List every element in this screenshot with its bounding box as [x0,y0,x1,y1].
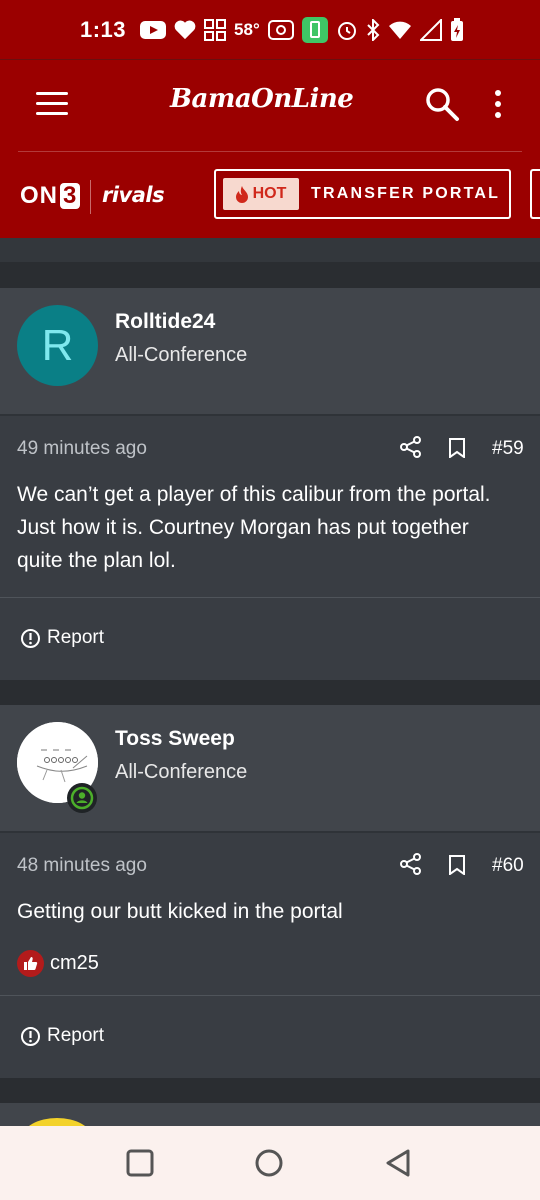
alert-icon [21,628,40,648]
status-temperature: 58° [234,20,260,39]
share-icon[interactable] [400,853,422,875]
username[interactable]: Toss Sweep [115,727,235,751]
post-author-header: R Rolltide24 All-Conference [0,288,540,414]
system-nav-bar [0,1126,540,1200]
top-nav: BamaOnLine [0,60,540,150]
user-title: All-Conference [115,344,248,366]
wifi-icon [388,21,411,39]
more-options-button[interactable] [486,86,510,122]
share-icon[interactable] [400,436,422,458]
avatar[interactable]: R [17,305,98,386]
post-body: 49 minutes ago #59 We can’t get a player… [0,416,540,680]
bluetooth-icon [367,19,380,41]
post-text: We can’t get a player of this calibur fr… [17,483,491,572]
post-text: Getting our butt kicked in the portal [17,900,343,923]
hot-badge: HOT [223,178,299,210]
divider [0,995,540,996]
status-bar: 1:13 58° [0,0,540,60]
post-number[interactable]: #59 [492,438,524,460]
like-icon [17,950,44,977]
hotspot-icon [267,20,294,40]
back-button[interactable] [383,1148,413,1178]
feed-spacer [0,680,540,705]
feed-spacer [0,262,540,288]
transfer-portal-button[interactable]: HOT TRANSFER PORTAL [214,169,511,219]
battery-icon [450,18,463,41]
home-button[interactable] [254,1148,284,1178]
site-logo[interactable]: BamaOnLine [170,84,370,124]
user-online-icon [70,786,94,810]
report-button[interactable]: Report [20,627,104,649]
menu-button[interactable] [36,92,70,116]
site-header: BamaOnLine ON 3 rivals HOT TRANSFER PORTA… [0,60,540,238]
report-button[interactable]: Report [20,1025,104,1047]
bookmark-icon[interactable] [448,438,466,458]
online-status-badge [67,783,97,813]
post-time[interactable]: 48 minutes ago [17,855,147,877]
feed-spacer [0,238,540,262]
status-time: 1:13 [80,17,127,42]
username[interactable]: Rolltide24 [115,310,215,334]
post-body: 48 minutes ago #60 Getting our butt kick… [0,833,540,1078]
brand-divider [90,180,91,214]
signal-icon [419,19,442,41]
reaction-summary[interactable]: cm25 [17,950,99,977]
heart-icon [174,20,196,40]
post-author-header: Toss Sweep All-Conference [0,705,540,831]
flame-icon [235,185,248,203]
alarm-icon [337,22,356,40]
youtube-icon [140,21,167,39]
battery-saver-icon [301,17,328,43]
on3-logo[interactable]: ON 3 [20,182,81,210]
feed-spacer [0,1078,540,1103]
alert-icon [21,1026,40,1046]
post-number[interactable]: #60 [492,855,524,877]
brand-bar: ON 3 rivals HOT TRANSFER PORTAL [0,152,540,238]
transfer-portal-label: TRANSFER PORTAL [311,185,501,202]
rivals-logo[interactable]: rivals [102,183,165,207]
recents-button[interactable] [125,1148,155,1178]
post-time[interactable]: 49 minutes ago [17,438,147,460]
widgets-icon [204,19,227,41]
status-icons: 58° [140,17,494,43]
bookmark-icon[interactable] [448,855,466,875]
reaction-user: cm25 [50,952,99,974]
user-title: All-Conference [115,761,248,783]
search-icon[interactable] [424,86,460,122]
divider [0,597,540,598]
next-nav-button[interactable] [530,169,540,219]
